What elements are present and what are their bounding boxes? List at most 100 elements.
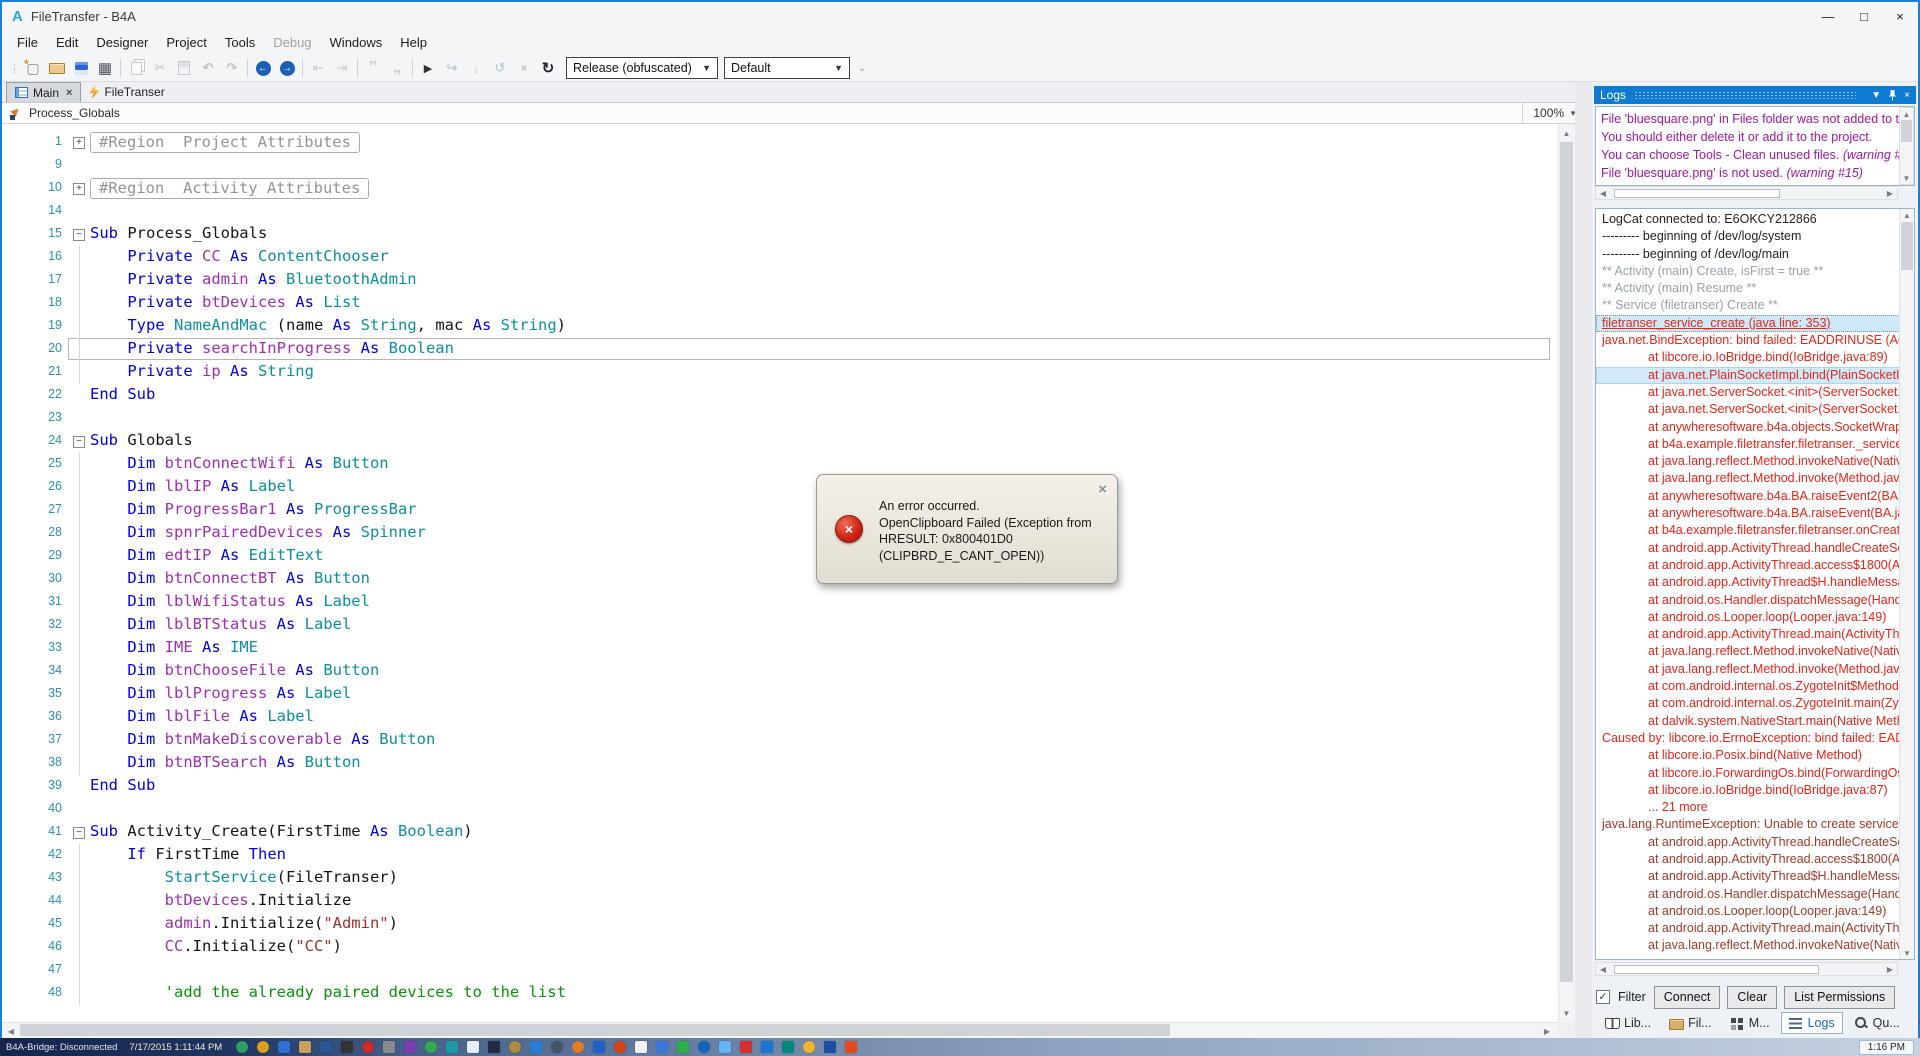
logcat-line[interactable]: at android.os.Handler.dispatchMessage(Ha… <box>1596 886 1914 903</box>
taskbar-app-icon[interactable] <box>467 1041 480 1053</box>
scroll-down-arrow[interactable]: ▼ <box>1558 1006 1575 1020</box>
code-line[interactable]: CC.Initialize("CC") <box>90 937 342 955</box>
warnings-hscroll-thumb[interactable] <box>1614 189 1780 198</box>
code-line[interactable]: Private btDevices As List <box>90 293 360 311</box>
code-line[interactable]: Dim btnChooseFile As Button <box>90 661 379 679</box>
code-line[interactable]: Dim ProgressBar1 As ProgressBar <box>90 500 416 518</box>
logcat-line[interactable]: at libcore.io.IoBridge.bind(IoBridge.jav… <box>1596 782 1914 799</box>
logcat-line[interactable]: java.lang.RuntimeException: Unable to cr… <box>1596 816 1914 833</box>
logcat-line[interactable]: at java.net.ServerSocket.<init>(ServerSo… <box>1596 384 1914 401</box>
panel-splitter[interactable] <box>1575 82 1592 1038</box>
code-line[interactable]: Sub Activity_Create(FirstTime As Boolean… <box>90 822 473 840</box>
logcat-line[interactable]: at libcore.io.IoBridge.bind(IoBridge.jav… <box>1596 349 1914 366</box>
logcat-line[interactable]: at libcore.io.Posix.bind(Native Method) <box>1596 747 1914 764</box>
open-icon[interactable] <box>45 57 69 80</box>
taskbar-app-icon[interactable] <box>299 1041 312 1053</box>
list-permissions-button[interactable]: List Permissions <box>1784 985 1896 1009</box>
taskbar-app-icon[interactable] <box>761 1041 774 1053</box>
taskbar-app-icon[interactable] <box>425 1041 438 1053</box>
taskbar-app-icon[interactable] <box>320 1041 333 1053</box>
fold-expand-icon[interactable]: + <box>73 183 85 195</box>
menu-item-help[interactable]: Help <box>391 32 436 53</box>
chevron-down-icon[interactable]: ▼ <box>1871 90 1881 101</box>
taskbar-app-icon[interactable] <box>383 1041 396 1053</box>
panel-tab-m[interactable]: M... <box>1723 1013 1777 1033</box>
menu-item-designer[interactable]: Designer <box>87 32 157 53</box>
logcat-line[interactable]: at anywheresoftware.b4a.BA.raiseEvent(BA… <box>1596 505 1914 522</box>
logcat-line[interactable]: ** Service (filetranser) Create ** <box>1596 297 1914 314</box>
code-line[interactable]: End Sub <box>90 385 155 403</box>
code-line[interactable]: If FirstTime Then <box>90 845 286 863</box>
close-tab-icon[interactable]: × <box>66 87 72 99</box>
build-configuration-select[interactable]: Release (obfuscated) ▼ <box>566 57 718 79</box>
warning-line[interactable]: File 'bluesquare.png' is not used. (warn… <box>1601 164 1914 182</box>
menu-item-project[interactable]: Project <box>157 32 215 53</box>
logcat-line[interactable]: at java.net.PlainSocketImpl.bind(PlainSo… <box>1596 366 1914 384</box>
pin-icon[interactable] <box>1888 89 1897 101</box>
logcat-line[interactable]: at android.app.ActivityThread.access$180… <box>1596 851 1914 868</box>
connect-button[interactable]: Connect <box>1653 985 1721 1009</box>
logcat-line[interactable]: at android.app.ActivityThread.main(Activ… <box>1596 626 1914 643</box>
save-icon[interactable] <box>69 57 93 80</box>
taskbar-app-icon[interactable] <box>278 1041 291 1053</box>
taskbar-app-icon[interactable] <box>782 1041 795 1053</box>
code-line[interactable]: StartService(FileTranser) <box>90 868 398 886</box>
taskbar-app-icon[interactable] <box>803 1041 816 1053</box>
scroll-left-arrow[interactable]: ◀ <box>1597 188 1609 198</box>
taskbar-app-icon[interactable] <box>656 1041 669 1053</box>
rebuild-icon[interactable] <box>536 57 560 80</box>
panel-tab-fin[interactable]: Fin... <box>1911 1013 1920 1033</box>
code-region-line[interactable]: #Region Activity Attributes <box>90 178 370 199</box>
code-line[interactable]: Dim btnConnectBT As Button <box>90 569 370 587</box>
forward-icon[interactable] <box>275 57 299 80</box>
logcat-line[interactable]: at com.android.internal.os.ZygoteInit$Me… <box>1596 678 1914 695</box>
logcat-line[interactable]: at java.net.ServerSocket.<init>(ServerSo… <box>1596 401 1914 418</box>
logcat-line[interactable]: at com.android.internal.os.ZygoteInit.ma… <box>1596 695 1914 712</box>
logcat-vertical-scrollbar[interactable]: ▲ ▼ <box>1899 209 1914 959</box>
taskbar-app-icon[interactable] <box>341 1041 354 1053</box>
tab-filetranser[interactable]: FileTranser <box>81 82 172 102</box>
warning-line[interactable]: You should either delete it or add it to… <box>1601 128 1914 146</box>
taskbar-app-icon[interactable] <box>257 1041 270 1053</box>
fold-collapse-icon[interactable]: − <box>73 827 85 839</box>
fold-collapse-icon[interactable]: − <box>73 229 85 241</box>
taskbar-app-icon[interactable] <box>530 1041 543 1053</box>
editor-vscroll-thumb[interactable] <box>1560 142 1573 982</box>
code-line[interactable]: Sub Process_Globals <box>90 224 267 242</box>
logcat-line[interactable]: ** Activity (main) Resume ** <box>1596 280 1914 297</box>
logcat-line[interactable]: at android.app.ActivityThread.access$180… <box>1596 557 1914 574</box>
logcat-line[interactable]: at anywheresoftware.b4a.BA.raiseEvent2(B… <box>1596 488 1914 505</box>
logcat-line[interactable]: java.net.BindException: bind failed: EAD… <box>1596 332 1914 349</box>
scroll-down-arrow[interactable]: ▼ <box>1901 173 1912 183</box>
taskbar-app-icon[interactable] <box>362 1041 375 1053</box>
logcat-line[interactable]: at java.lang.reflect.Method.invoke(Metho… <box>1596 470 1914 487</box>
code-line[interactable]: Dim lblFile As Label <box>90 707 314 725</box>
taskbar-app-icon[interactable] <box>572 1041 585 1053</box>
code-line[interactable]: Dim btnConnectWifi As Button <box>90 454 388 472</box>
logcat-line[interactable]: at libcore.io.ForwardingOs.bind(Forwardi… <box>1596 765 1914 782</box>
panel-tab-qu[interactable]: Qu... <box>1847 1013 1907 1033</box>
taskbar-app-icon[interactable] <box>635 1041 648 1053</box>
code-line[interactable]: Private admin As BluetoothAdmin <box>90 270 416 288</box>
logcat-line[interactable]: at android.os.Looper.loop(Looper.java:14… <box>1596 903 1914 920</box>
back-icon[interactable] <box>251 57 275 80</box>
toolbar-overflow-icon[interactable]: ⌄ <box>858 63 866 74</box>
fold-expand-icon[interactable]: + <box>73 137 85 149</box>
taskbar-app-icon[interactable] <box>593 1041 606 1053</box>
warnings-vertical-scrollbar[interactable]: ▲ ▼ <box>1899 107 1914 185</box>
maximize-button[interactable]: □ <box>1846 2 1882 30</box>
code-line[interactable]: Dim btnBTSearch As Button <box>90 753 360 771</box>
code-line[interactable]: Dim spnrPairedDevices As Spinner <box>90 523 426 541</box>
logcat-line[interactable]: Caused by: libcore.io.ErrnoException: bi… <box>1596 730 1914 747</box>
logcat-line[interactable]: at android.app.ActivityThread$H.handleMe… <box>1596 574 1914 591</box>
current-sub-label[interactable]: Process_Globals <box>29 106 120 120</box>
code-line[interactable]: Type NameAndMac (name As String, mac As … <box>90 316 566 334</box>
code-line[interactable]: Dim btnMakeDiscoverable As Button <box>90 730 435 748</box>
modules-grid-icon[interactable] <box>93 57 117 80</box>
code-line[interactable]: Private ip As String <box>90 362 314 380</box>
run-icon[interactable] <box>416 57 440 80</box>
code-line[interactable]: Private searchInProgress As Boolean <box>90 339 454 357</box>
logcat-line[interactable]: at java.lang.reflect.Method.invoke(Metho… <box>1596 661 1914 678</box>
code-line[interactable]: Dim lblIP As Label <box>90 477 295 495</box>
warnings-vscroll-thumb[interactable] <box>1901 120 1912 142</box>
